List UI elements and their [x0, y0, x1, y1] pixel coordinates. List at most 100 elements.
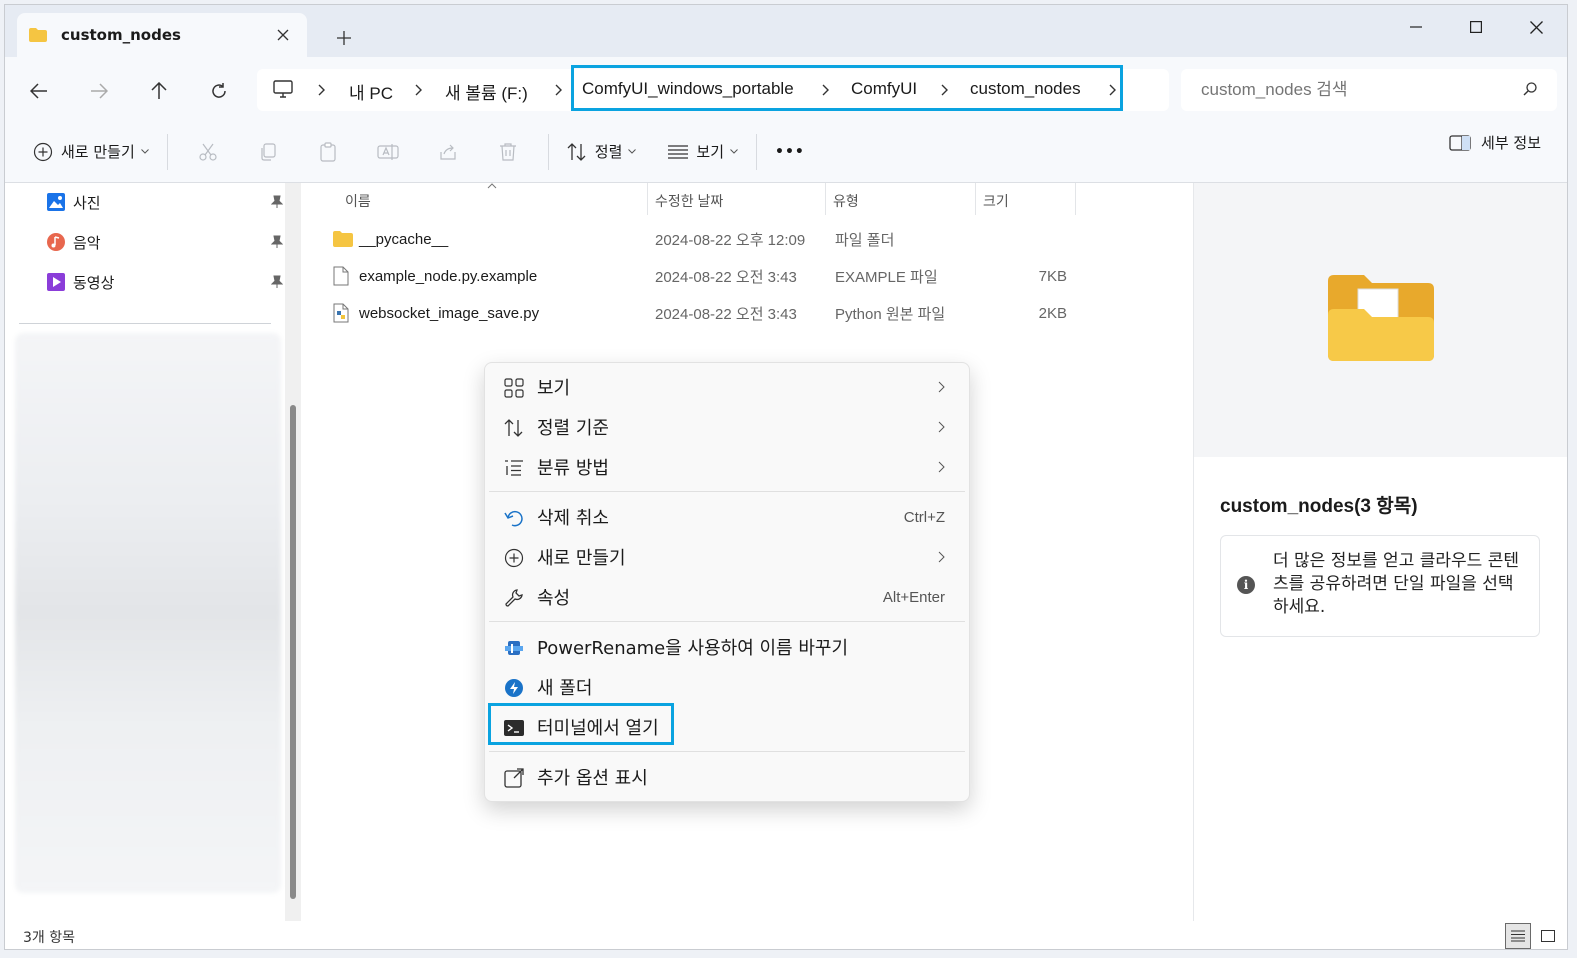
powerrename-icon — [505, 641, 523, 655]
chevron-right-icon[interactable] — [938, 83, 952, 97]
breadcrumb-comfyui-portable[interactable]: ComfyUI_windows_portable — [582, 79, 794, 99]
chevron-right-icon[interactable] — [819, 83, 833, 97]
share-button[interactable] — [418, 132, 478, 172]
chevron-right-icon — [938, 381, 945, 393]
table-row[interactable]: __pycache__ 2024-08-22 오후 12:09 파일 폴더 — [325, 221, 1085, 257]
music-icon — [47, 233, 65, 251]
menu-item-view[interactable]: 보기 — [489, 367, 965, 407]
blurred-region — [15, 333, 281, 893]
sidebar-item-photos[interactable]: 사진 — [47, 187, 283, 217]
rename-button[interactable] — [358, 132, 418, 172]
column-header-size[interactable]: 크기 — [983, 191, 1009, 217]
sort-up-icon — [487, 183, 497, 189]
menu-item-label: 정렬 기준 — [537, 418, 609, 439]
minimize-button[interactable] — [1387, 9, 1445, 45]
breadcrumb-my-pc[interactable]: 내 PC — [349, 79, 393, 104]
close-window-button[interactable] — [1507, 9, 1565, 45]
search-box[interactable] — [1181, 69, 1557, 111]
terminal-icon — [504, 720, 524, 736]
pin-icon[interactable] — [271, 195, 283, 209]
chevron-right-icon[interactable] — [552, 83, 566, 97]
close-tab-icon[interactable] — [271, 23, 295, 47]
sidebar-item-music[interactable]: 음악 — [47, 227, 283, 257]
file-size: 2KB — [1038, 304, 1067, 322]
delete-button[interactable] — [478, 132, 538, 172]
folder-icon — [29, 28, 47, 42]
videos-icon — [47, 273, 65, 291]
maximize-button[interactable] — [1447, 9, 1505, 45]
table-row[interactable]: websocket_image_save.py 2024-08-22 오전 3:… — [325, 295, 1085, 331]
more-icon: ••• — [775, 143, 805, 160]
forward-button[interactable] — [79, 71, 119, 111]
column-divider — [825, 183, 826, 215]
chevron-right-icon[interactable] — [412, 83, 426, 97]
chevron-right-icon[interactable] — [315, 83, 329, 97]
divider — [547, 133, 549, 170]
new-tab-button[interactable] — [331, 25, 357, 51]
menu-item-open-in-terminal[interactable]: 터미널에서 열기 — [489, 707, 965, 747]
breadcrumb-custom-nodes[interactable]: custom_nodes — [970, 79, 1081, 99]
up-button[interactable] — [139, 71, 179, 111]
menu-item-group-by[interactable]: 분류 방법 — [489, 447, 965, 487]
group-icon — [505, 460, 523, 476]
details-pane-button[interactable]: 세부 정보 — [1449, 132, 1541, 153]
pin-icon[interactable] — [271, 235, 283, 249]
file-type: EXAMPLE 파일 — [835, 268, 938, 286]
tab-custom-nodes[interactable]: custom_nodes — [17, 13, 307, 57]
chevron-right-icon — [938, 421, 945, 433]
new-button[interactable]: 새로 만들기 — [25, 132, 157, 172]
details-pane: custom_nodes(3 항목) i 더 많은 정보를 얻고 클라우드 콘텐… — [1193, 183, 1567, 921]
sidebar-scrollbar[interactable] — [285, 183, 301, 921]
title-bar: custom_nodes — [5, 5, 1567, 57]
more-options-button[interactable]: ••• — [767, 132, 813, 172]
menu-item-label: 터미널에서 열기 — [537, 718, 659, 739]
column-divider — [647, 183, 648, 215]
tab-title: custom_nodes — [61, 26, 181, 44]
pin-icon[interactable] — [271, 275, 283, 289]
chevron-right-icon[interactable] — [1106, 83, 1120, 97]
scrollbar-thumb[interactable] — [290, 405, 296, 899]
table-row[interactable]: example_node.py.example 2024-08-22 오전 3:… — [325, 258, 1085, 294]
menu-item-new-folder[interactable]: 새 폴더 — [489, 667, 965, 707]
cut-button[interactable] — [178, 132, 238, 172]
copy-button[interactable] — [238, 132, 298, 172]
menu-item-show-more-options[interactable]: 추가 옵션 표시 — [489, 757, 965, 797]
shortcut-label: Ctrl+Z — [903, 508, 945, 526]
photos-icon — [47, 193, 65, 211]
back-button[interactable] — [19, 71, 59, 111]
clipboard-icon — [320, 141, 336, 162]
tile-view-icon — [1541, 930, 1555, 942]
column-header-name[interactable]: 이름 — [345, 191, 371, 217]
chevron-down-icon — [628, 149, 637, 154]
address-bar[interactable]: 내 PC 새 볼륨 (F:) ComfyUI_windows_portable … — [257, 69, 1169, 111]
column-header-type[interactable]: 유형 — [833, 191, 859, 217]
file-icon — [333, 266, 349, 286]
sidebar-item-label: 음악 — [73, 233, 101, 252]
sidebar-item-videos[interactable]: 동영상 — [47, 267, 283, 297]
sort-button[interactable]: 정렬 — [559, 132, 645, 172]
file-date: 2024-08-22 오전 3:43 — [655, 268, 797, 286]
refresh-button[interactable] — [199, 71, 239, 111]
search-input[interactable] — [1201, 80, 1523, 100]
column-header-date[interactable]: 수정한 날짜 — [655, 191, 723, 217]
paste-button[interactable] — [298, 132, 358, 172]
sidebar-item-label: 사진 — [73, 193, 101, 212]
pc-icon[interactable] — [273, 80, 293, 102]
breadcrumb-comfyui[interactable]: ComfyUI — [851, 79, 917, 99]
tiles-view-button[interactable] — [1535, 923, 1561, 949]
menu-item-sort-by[interactable]: 정렬 기준 — [489, 407, 965, 447]
details-pane-icon — [1449, 134, 1471, 151]
menu-separator — [489, 751, 965, 752]
breadcrumb-drive[interactable]: 새 볼륨 (F:) — [445, 79, 528, 104]
chevron-right-icon — [938, 551, 945, 563]
add-circle-icon — [33, 142, 53, 161]
menu-item-new[interactable]: 새로 만들기 — [489, 537, 965, 577]
undo-icon — [504, 510, 523, 527]
view-button[interactable]: 보기 — [660, 132, 746, 172]
menu-item-undo-delete[interactable]: 삭제 취소 Ctrl+Z — [489, 497, 965, 537]
search-icon[interactable] — [1523, 81, 1537, 100]
menu-item-properties[interactable]: 속성 Alt+Enter — [489, 577, 965, 617]
details-view-button[interactable] — [1505, 923, 1531, 949]
file-date: 2024-08-22 오전 3:43 — [655, 305, 797, 323]
menu-item-powerrename[interactable]: PowerRename을 사용하여 이름 바꾸기 — [489, 627, 965, 667]
